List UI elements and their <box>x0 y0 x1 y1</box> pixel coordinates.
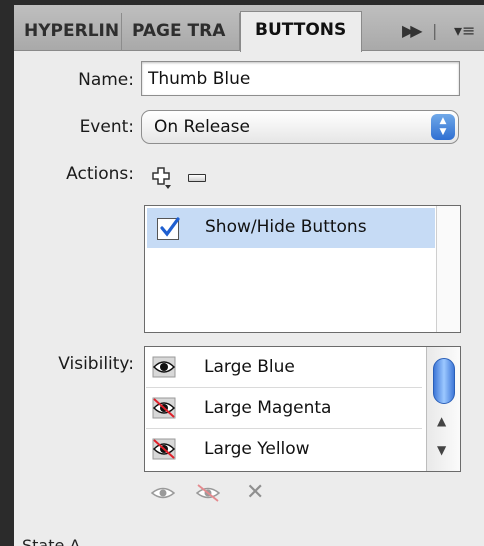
states-label: State A <box>22 536 81 546</box>
panel-left-edge <box>0 0 14 546</box>
hide-eye-icon[interactable] <box>152 397 176 419</box>
visibility-scrollbar[interactable]: ▲ ▼ <box>426 347 460 471</box>
show-eye-icon[interactable] <box>152 356 176 378</box>
visibility-item-label: Large Blue <box>204 357 295 377</box>
actions-label: Actions: <box>66 164 134 184</box>
hide-eye-icon[interactable] <box>152 438 176 460</box>
tab-buttons[interactable]: BUTTONS <box>240 11 362 52</box>
name-label: Name: <box>78 70 134 90</box>
panel-menu-icon[interactable]: ▾≡ <box>454 21 475 40</box>
tab-separator: | <box>432 21 438 40</box>
remove-action-button[interactable] <box>188 174 206 182</box>
actions-list: Show/Hide Buttons <box>144 205 461 333</box>
tab-page-transitions[interactable]: PAGE TRA <box>122 13 240 51</box>
tab-bar: HYPERLIN PAGE TRA BUTTONS ▶▶ | ▾≡ <box>14 5 484 52</box>
tab-hyperlinks[interactable]: HYPERLIN <box>14 13 122 51</box>
select-arrows-icon: ▲ ▼ <box>431 114 455 140</box>
action-item[interactable]: Show/Hide Buttons <box>147 208 435 248</box>
list-item[interactable]: Large Blue <box>146 347 422 388</box>
visibility-item-label: Large Yellow <box>204 439 310 459</box>
visibility-label: Visibility: <box>58 354 134 374</box>
scroll-down-arrow-icon[interactable]: ▼ <box>437 443 446 457</box>
action-item-label: Show/Hide Buttons <box>205 217 367 237</box>
checkmark-icon <box>160 217 180 237</box>
plus-icon <box>152 167 171 189</box>
name-field[interactable] <box>141 61 460 96</box>
visibility-item-label: Large Magenta <box>204 398 332 418</box>
action-checkbox[interactable] <box>157 217 180 240</box>
add-action-button[interactable] <box>151 166 175 190</box>
hide-all-eye-icon[interactable] <box>196 484 220 502</box>
show-all-eye-icon[interactable] <box>151 484 175 502</box>
event-select[interactable]: On Release ▲ ▼ <box>141 110 459 144</box>
event-label: Event: <box>79 117 134 137</box>
clear-visibility-icon[interactable]: ✕ <box>246 480 264 505</box>
scroll-up-arrow-icon[interactable]: ▲ <box>437 414 446 428</box>
expand-panel-icon[interactable]: ▶▶ <box>402 21 423 40</box>
list-item[interactable]: Large Magenta <box>146 388 422 429</box>
actions-scrollbar[interactable] <box>436 206 460 332</box>
list-item[interactable]: Large Yellow <box>146 429 422 470</box>
scrollbar-thumb[interactable] <box>433 358 455 404</box>
visibility-list: Large Blue Large Magenta Large Yellow ▲ … <box>144 346 461 472</box>
event-select-value: On Release <box>154 117 250 137</box>
